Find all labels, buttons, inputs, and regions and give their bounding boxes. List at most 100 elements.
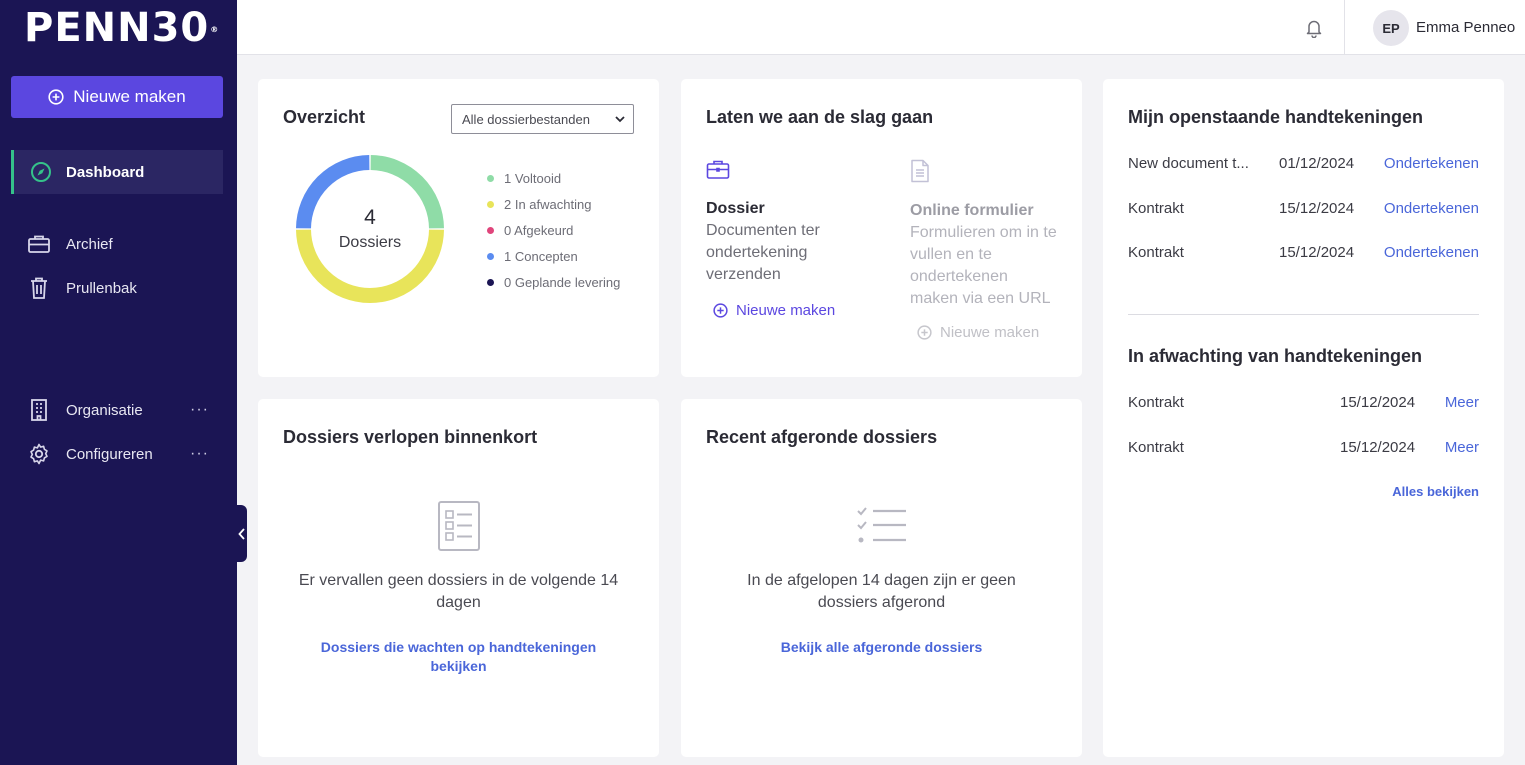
expiring-dossiers-card: Dossiers verlopen binnenkort Er vervalle… (258, 399, 659, 757)
table-row: Kontrakt 15/12/2024 Ondertekenen (1128, 244, 1479, 264)
dossier-option: Dossier Documenten ter ondertekening ver… (706, 159, 856, 286)
see-all-link[interactable]: Alles bekijken (1392, 484, 1479, 499)
online-form-option-description: Formulieren om in te vullen en te ondert… (910, 224, 1057, 307)
legend-dot (487, 174, 494, 182)
sidebar-item-label: Prullenbak (66, 279, 137, 297)
document-date: 15/12/2024 (1340, 394, 1416, 411)
recent-title: Recent afgeronde dossiers (706, 427, 938, 447)
dossier-option-title: Dossier (706, 200, 765, 217)
document-name: Kontrakt (1128, 394, 1184, 411)
overview-title: Overzicht (283, 107, 366, 127)
legend-label: 1 Voltooid (504, 170, 562, 186)
document-name: New document t... (1128, 155, 1249, 172)
document-date: 15/12/2024 (1340, 439, 1416, 456)
online-form-option-title: Online formulier (910, 202, 1034, 219)
sidebar-item-configureren[interactable]: Configureren ··· (11, 432, 223, 476)
logo-registered-mark: ® (210, 25, 220, 34)
getting-started-card: Laten we aan de slag gaan Dossier Docume… (681, 79, 1082, 377)
logo-text: PENN30 (24, 5, 210, 51)
see-all-row: Alles bekijken (1128, 484, 1479, 504)
sidebar-item-label: Archief (66, 235, 113, 253)
sidebar-item-prullenbak[interactable]: Prullenbak (11, 266, 223, 310)
chevron-left-icon (237, 527, 245, 540)
legend-item: 1 Voltooid (487, 165, 620, 191)
avatar[interactable]: EP (1373, 10, 1409, 46)
awaiting-signatures-title: In afwachting van handtekeningen (1128, 346, 1423, 366)
more-link[interactable]: Meer (1445, 439, 1479, 456)
table-row: New document t... 01/12/2024 Ondertekene… (1128, 155, 1479, 175)
sign-link[interactable]: Ondertekenen (1384, 155, 1479, 172)
document-name: Kontrakt (1128, 244, 1184, 261)
sign-link[interactable]: Ondertekenen (1384, 200, 1479, 217)
document-date: 01/12/2024 (1279, 155, 1355, 172)
sidebar-item-label: Organisatie (66, 401, 143, 419)
signatures-card: Mijn openstaande handtekeningen New docu… (1103, 79, 1504, 757)
view-completed-dossiers-link[interactable]: Bekijk alle afgeronde dossiers (721, 638, 1042, 657)
sidebar-item-dashboard[interactable]: Dashboard (11, 150, 223, 194)
new-create-button[interactable]: Nieuwe maken (11, 76, 223, 118)
legend-label: 1 Concepten (504, 248, 578, 264)
plus-circle-icon (713, 303, 728, 318)
document-date: 15/12/2024 (1279, 200, 1355, 217)
legend-item: 0 Geplande levering (487, 269, 620, 295)
legend-dot (487, 252, 494, 260)
briefcase-icon (28, 235, 50, 253)
recent-empty-text: In de afgelopen 14 dagen zijn er geen do… (747, 572, 1016, 611)
top-header: EP Emma Penneo (237, 0, 1525, 55)
chevron-down-icon (615, 116, 625, 123)
sidebar: PENN30® Nieuwe maken Dashboard Archief P… (0, 0, 237, 765)
online-form-option: Online formulier Formulieren om in te vu… (910, 159, 1060, 310)
briefcase-icon (706, 160, 730, 179)
sidebar-collapse-button[interactable] (236, 505, 247, 562)
penneo-logo[interactable]: PENN30® (24, 8, 219, 48)
document-date: 15/12/2024 (1279, 244, 1355, 261)
getting-started-title: Laten we aan de slag gaan (706, 107, 934, 127)
legend-label: 0 Geplande levering (504, 274, 621, 290)
checklist-icon (438, 501, 480, 551)
new-create-label: Nieuwe maken (73, 87, 186, 106)
gear-icon (30, 443, 48, 465)
table-row: Kontrakt 15/12/2024 Meer (1128, 439, 1479, 459)
sidebar-item-label: Configureren (66, 445, 153, 463)
list-check-icon (857, 507, 906, 543)
legend-item: 1 Concepten (487, 243, 620, 269)
plus-circle-icon (917, 325, 932, 340)
dossier-filter-value: Alle dossierbestanden (462, 111, 590, 127)
recent-dossiers-card: Recent afgeronde dossiers In de afgelope… (681, 399, 1082, 757)
expiring-title: Dossiers verlopen binnenkort (283, 427, 538, 447)
sidebar-item-organisatie[interactable]: Organisatie ··· (11, 388, 223, 432)
new-dossier-link[interactable]: Nieuwe maken (713, 302, 835, 319)
overview-card: Overzicht Alle dossierbestanden 4 Dossie… (258, 79, 659, 377)
sidebar-item-label: Dashboard (66, 163, 145, 181)
compass-icon (30, 162, 51, 182)
document-name: Kontrakt (1128, 439, 1184, 456)
more-link[interactable]: Meer (1445, 394, 1479, 411)
legend-item: 2 In afwachting (487, 191, 620, 217)
expiring-empty-text: Er vervallen geen dossiers in de volgend… (298, 572, 619, 611)
more-options-icon[interactable]: ··· (190, 445, 209, 463)
document-name: Kontrakt (1128, 200, 1184, 217)
notifications-button[interactable] (1305, 18, 1323, 43)
legend-dot (487, 278, 494, 286)
document-icon (911, 159, 929, 183)
header-divider (1344, 0, 1345, 55)
legend-label: 0 Afgekeurd (504, 222, 574, 238)
my-signatures-title: Mijn openstaande handtekeningen (1128, 107, 1424, 127)
table-row: Kontrakt 15/12/2024 Ondertekenen (1128, 200, 1479, 220)
bell-icon (1306, 20, 1322, 39)
sign-link[interactable]: Ondertekenen (1384, 244, 1479, 261)
dossier-option-description: Documenten ter ondertekening verzenden (706, 222, 820, 283)
user-name[interactable]: Emma Penneo (1416, 19, 1515, 36)
trash-icon (31, 277, 47, 299)
legend-label: 2 In afwachting (504, 196, 592, 212)
new-form-link[interactable]: Nieuwe maken (917, 324, 1039, 341)
legend-dot (487, 200, 494, 208)
more-options-icon[interactable]: ··· (190, 401, 209, 419)
legend-dot (487, 226, 494, 234)
dossier-filter-select[interactable]: Alle dossierbestanden (451, 104, 634, 134)
sidebar-item-archief[interactable]: Archief (11, 222, 223, 266)
dossier-total-label: Dossiers (338, 234, 402, 251)
new-form-label: Nieuwe maken (940, 324, 1040, 341)
legend-item: 0 Afgekeurd (487, 217, 620, 243)
view-awaiting-dossiers-link[interactable]: Dossiers die wachten op handtekeningen b… (298, 638, 619, 676)
